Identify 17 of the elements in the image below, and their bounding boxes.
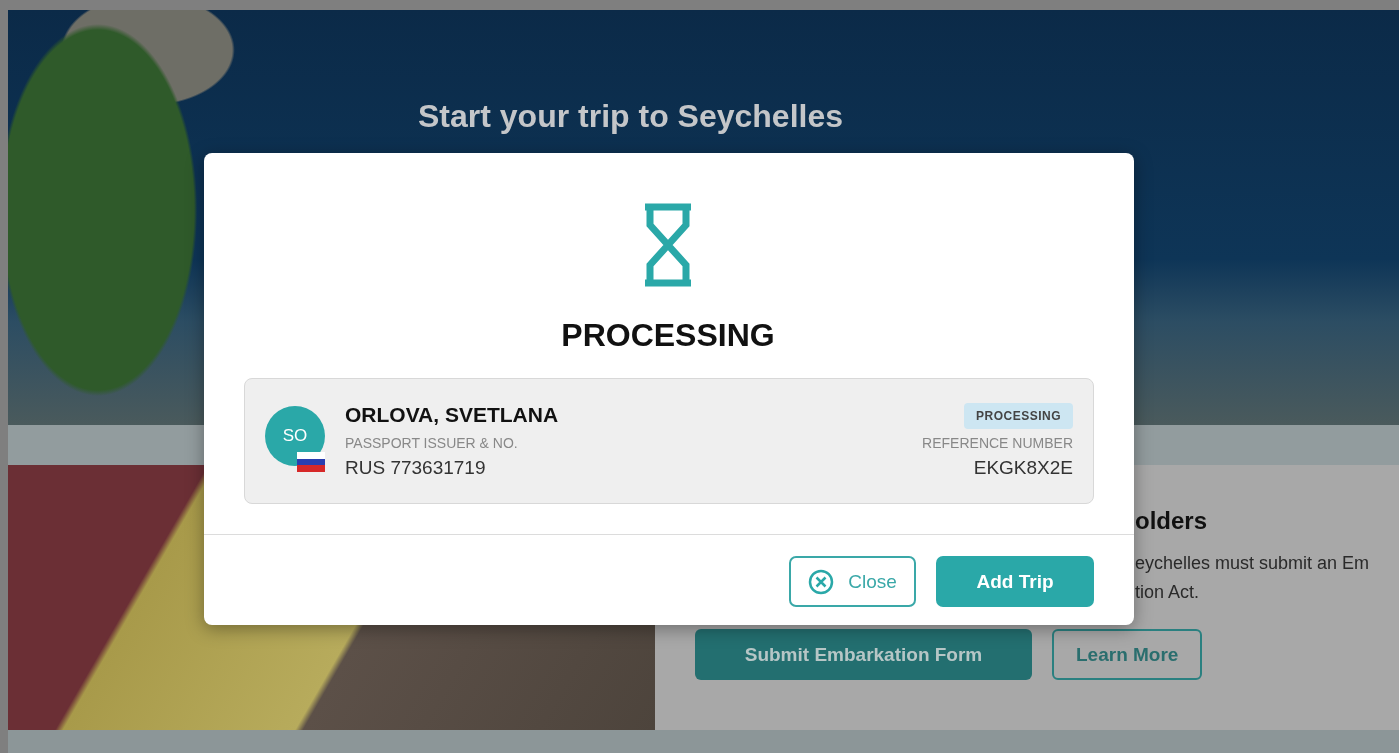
status-title: PROCESSING <box>560 317 776 354</box>
field-label: REFERENCE NUMBER <box>922 435 1073 451</box>
traveler-name: ORLOVA, SVETLANA <box>345 403 560 427</box>
passport-number: RUS 773631719 <box>345 457 487 479</box>
body-text: eychelles must submit an Em <box>1135 552 1371 575</box>
close-button[interactable]: Close <box>789 556 916 607</box>
hero-title: Start your trip to Seychelles <box>418 98 844 135</box>
reference-number: EKGK8X2E <box>973 457 1073 479</box>
body-text: tion Act. <box>1135 581 1201 604</box>
field-label: PASSPORT ISSUER & NO. <box>345 435 519 451</box>
section-heading: olders <box>1135 507 1209 535</box>
flag-icon <box>297 452 325 472</box>
status-badge: PROCESSING <box>964 403 1073 429</box>
close-icon <box>808 568 835 595</box>
submit-button[interactable]: Submit Embarkation Form <box>695 629 1032 680</box>
add-trip-button[interactable]: Add Trip <box>936 556 1094 607</box>
learn-more-button[interactable]: Learn More <box>1052 629 1203 680</box>
